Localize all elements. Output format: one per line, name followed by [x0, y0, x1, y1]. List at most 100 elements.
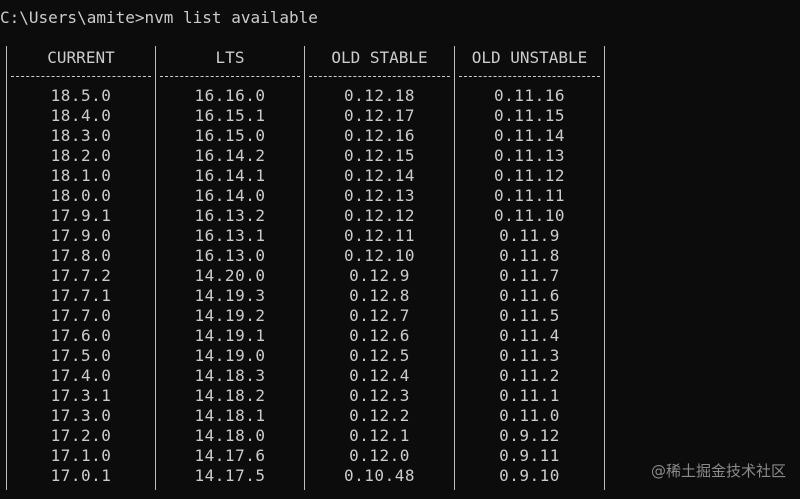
version-cell: 0.11.7	[499, 266, 560, 285]
header-separator	[457, 70, 602, 82]
version-cell: 0.10.48	[344, 466, 415, 485]
version-cell: 14.19.2	[194, 306, 266, 325]
terminal-window[interactable]: C:\Users\amite>nvm list available CURREN…	[0, 0, 800, 499]
version-cell: 14.18.1	[194, 406, 266, 425]
version-cell: 18.3.0	[50, 126, 112, 145]
version-cell: 0.12.9	[349, 266, 410, 285]
version-cell: 0.11.4	[499, 326, 560, 345]
version-cell: 0.11.6	[499, 286, 560, 305]
version-cell: 14.19.3	[194, 286, 266, 305]
version-cell: 0.12.16	[344, 126, 415, 145]
version-cell: 0.11.13	[494, 146, 565, 165]
version-cell: 0.11.12	[494, 166, 565, 185]
version-cell: 0.12.6	[349, 326, 410, 345]
version-cell: 0.12.1	[349, 426, 410, 445]
version-cell: 17.3.0	[50, 406, 112, 425]
version-cell: 0.9.10	[499, 466, 560, 485]
table-column: LTS 16.16.0 16.15.1 16.15.0 16.14.2 16.14.1 16…	[156, 46, 304, 486]
version-cell: 0.12.5	[349, 346, 410, 365]
version-cell: 0.11.0	[499, 406, 560, 425]
command-text: nvm list available	[144, 8, 318, 27]
column-header: LTS	[215, 48, 245, 67]
version-cell: 18.0.0	[50, 186, 112, 205]
version-cell: 0.12.13	[344, 186, 415, 205]
version-cell: 17.2.0	[50, 426, 112, 445]
version-cell: 0.11.11	[494, 186, 565, 205]
version-cell: 0.12.11	[344, 226, 415, 245]
version-cell: 16.14.2	[194, 146, 266, 165]
version-cell: 0.11.9	[499, 226, 560, 245]
version-cell: 17.8.0	[50, 246, 112, 265]
table-column: OLD STABLE 0.12.18 0.12.17 0.12.16 0.12.15 0.…	[305, 46, 454, 486]
version-cell: 0.12.14	[344, 166, 415, 185]
version-cell: 14.18.2	[194, 386, 266, 405]
column-body: 16.16.0 16.15.1 16.15.0 16.14.2 16.14.1 16.14…	[156, 86, 304, 486]
version-cell: 16.13.0	[194, 246, 266, 265]
version-cell: 14.17.6	[194, 446, 266, 465]
version-cell: 16.13.2	[194, 206, 266, 225]
version-cell: 0.11.10	[494, 206, 565, 225]
version-cell: 14.20.0	[194, 266, 266, 285]
version-cell: 0.11.3	[499, 346, 560, 365]
version-cell: 17.9.1	[50, 206, 112, 225]
version-cell: 18.2.0	[50, 146, 112, 165]
command-line: C:\Users\amite>nvm list available	[0, 8, 318, 28]
version-cell: 14.19.1	[194, 326, 266, 345]
version-cell: 14.18.0	[194, 426, 266, 445]
version-cell: 17.3.1	[50, 386, 112, 405]
version-cell: 17.1.0	[50, 446, 112, 465]
version-cell: 0.12.15	[344, 146, 415, 165]
version-cell: 18.4.0	[50, 106, 112, 125]
column-header: OLD UNSTABLE	[471, 48, 588, 67]
version-cell: 0.12.10	[344, 246, 415, 265]
column-body: 0.11.16 0.11.15 0.11.14 0.11.13 0.11.12 0.11.…	[455, 86, 604, 486]
table-column: OLD UNSTABLE 0.11.16 0.11.15 0.11.14 0.11.13…	[455, 46, 604, 486]
version-cell: 14.17.5	[194, 466, 266, 485]
version-cell: 17.4.0	[50, 366, 112, 385]
version-cell: 17.7.1	[50, 286, 112, 305]
table-border-right	[604, 46, 605, 490]
version-cell: 0.12.2	[349, 406, 410, 425]
column-header: CURRENT	[47, 48, 115, 67]
version-cell: 0.12.7	[349, 306, 410, 325]
header-separator	[307, 70, 452, 82]
version-cell: 0.12.3	[349, 386, 410, 405]
version-cell: 16.16.0	[194, 86, 266, 105]
version-cell: 0.11.14	[494, 126, 565, 145]
header-separator	[158, 70, 302, 82]
version-cell: 0.12.8	[349, 286, 410, 305]
column-body: 0.12.18 0.12.17 0.12.16 0.12.15 0.12.14 0.12.…	[305, 86, 454, 486]
version-cell: 16.15.0	[194, 126, 266, 145]
version-cell: 0.11.2	[499, 366, 560, 385]
version-cell: 17.7.0	[50, 306, 112, 325]
version-cell: 0.12.12	[344, 206, 415, 225]
version-cell: 0.12.18	[344, 86, 415, 105]
version-cell: 0.11.5	[499, 306, 560, 325]
version-cell: 18.5.0	[50, 86, 112, 105]
version-cell: 16.14.1	[194, 166, 266, 185]
version-cell: 16.13.1	[194, 226, 266, 245]
version-cell: 17.0.1	[50, 466, 112, 485]
version-cell: 0.12.17	[344, 106, 415, 125]
column-header: OLD STABLE	[331, 48, 428, 67]
column-body: 18.5.0 18.4.0 18.3.0 18.2.0 18.1.0 18.0.0 17.9…	[7, 86, 155, 486]
version-cell: 17.7.2	[50, 266, 112, 285]
version-cell: 0.11.8	[499, 246, 560, 265]
version-cell: 0.9.12	[499, 426, 560, 445]
version-cell: 17.9.0	[50, 226, 112, 245]
version-cell: 17.5.0	[50, 346, 112, 365]
header-separator	[9, 70, 153, 82]
version-cell: 14.18.3	[194, 366, 266, 385]
version-cell: 16.14.0	[194, 186, 266, 205]
version-cell: 0.12.0	[349, 446, 410, 465]
version-cell: 18.1.0	[50, 166, 112, 185]
version-cell: 0.11.1	[499, 386, 560, 405]
version-cell: 0.12.4	[349, 366, 410, 385]
version-cell: 17.6.0	[50, 326, 112, 345]
prompt-path: C:\Users\amite>	[0, 8, 145, 27]
version-cell: 0.11.15	[494, 106, 565, 125]
version-cell: 16.15.1	[194, 106, 266, 125]
watermark: @稀土掘金技术社区	[650, 462, 786, 480]
version-cell: 14.19.0	[194, 346, 266, 365]
version-cell: 0.9.11	[499, 446, 560, 465]
